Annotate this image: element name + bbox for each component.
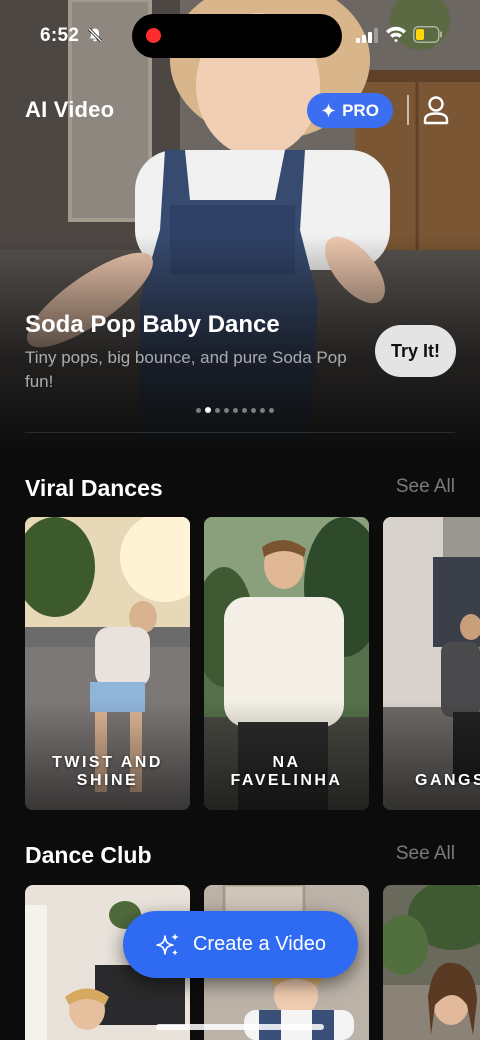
cellular-signal-icon — [356, 28, 378, 43]
hero-divider — [25, 432, 455, 433]
see-all-viral-dances[interactable]: See All — [396, 476, 455, 498]
carousel-dot[interactable] — [224, 407, 229, 413]
carousel-dot[interactable] — [269, 407, 274, 413]
profile-icon[interactable] — [422, 95, 450, 125]
video-card-gangs[interactable]: GANGS — [383, 517, 480, 810]
recording-indicator-icon — [146, 28, 161, 43]
create-video-label: Create a Video — [192, 933, 327, 955]
pro-label: PRO — [342, 100, 379, 120]
try-it-button[interactable]: Try It! — [375, 325, 456, 377]
card-label: TWIST AND SHINE — [52, 754, 163, 789]
sparkle-icon — [321, 103, 337, 118]
status-bar: 6:52 — [0, 0, 480, 72]
carousel-dot[interactable] — [233, 407, 238, 413]
app-title: AI Video — [25, 97, 115, 122]
video-card-twist-and-shine[interactable]: TWIST AND SHINE — [25, 517, 190, 810]
carousel-dot[interactable] — [205, 407, 211, 413]
carousel-page-indicator[interactable] — [196, 407, 274, 413]
hero-title: Soda Pop Baby Dance — [25, 311, 280, 338]
carousel-dot[interactable] — [251, 407, 256, 413]
hero-subtitle: Tiny pops, big bounce, and pure Soda Pop… — [25, 348, 347, 391]
carousel-dot[interactable] — [215, 407, 220, 413]
video-card-na-favelinha[interactable]: NA FAVELINHA — [204, 517, 369, 810]
header-divider — [407, 95, 409, 125]
sparkles-icon — [156, 932, 179, 956]
battery-icon — [413, 26, 442, 43]
pro-upgrade-button[interactable]: PRO — [307, 93, 393, 128]
section-title-viral-dances: Viral Dances — [25, 475, 163, 501]
bell-muted-icon — [87, 27, 103, 43]
card-label: NA FAVELINHA — [230, 754, 343, 789]
carousel-dot[interactable] — [260, 407, 265, 413]
carousel-dot[interactable] — [196, 407, 201, 413]
section-title-dance-club: Dance Club — [25, 842, 152, 868]
see-all-dance-club[interactable]: See All — [396, 843, 455, 865]
create-video-button[interactable]: Create a Video — [123, 911, 358, 978]
wifi-icon — [386, 26, 406, 43]
home-indicator[interactable] — [156, 1024, 324, 1030]
card-label: GANGS — [415, 772, 480, 789]
dynamic-island — [132, 14, 342, 58]
status-time: 6:52 — [40, 25, 80, 46]
video-card-dance-club-3[interactable] — [383, 885, 480, 1040]
carousel-dot[interactable] — [242, 407, 247, 413]
card-thumbnail — [383, 885, 480, 1040]
